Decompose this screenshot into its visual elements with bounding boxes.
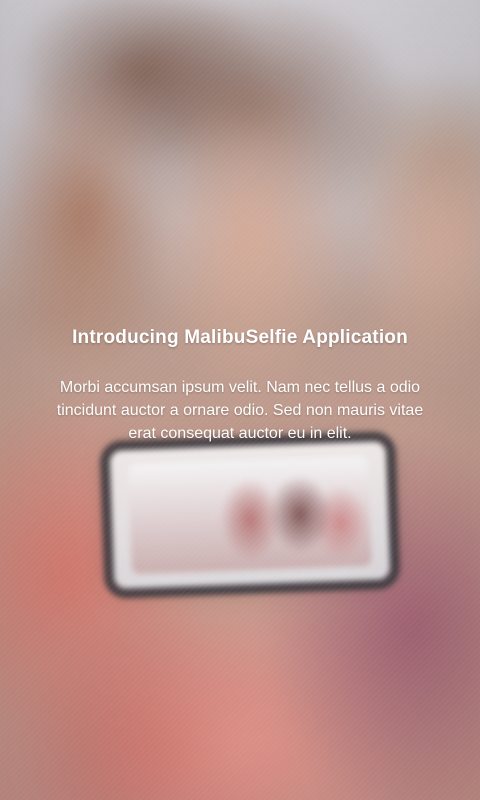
held-phone-screen-image [128,455,372,575]
intro-content: Introducing MalibuSelfie Application Mor… [0,322,480,445]
intro-screen: Introducing MalibuSelfie Application Mor… [0,0,480,800]
held-phone-image [109,441,391,589]
intro-title: Introducing MalibuSelfie Application [72,327,408,348]
intro-description: Morbi accumsan ipsum velit. Nam nec tell… [56,379,424,442]
